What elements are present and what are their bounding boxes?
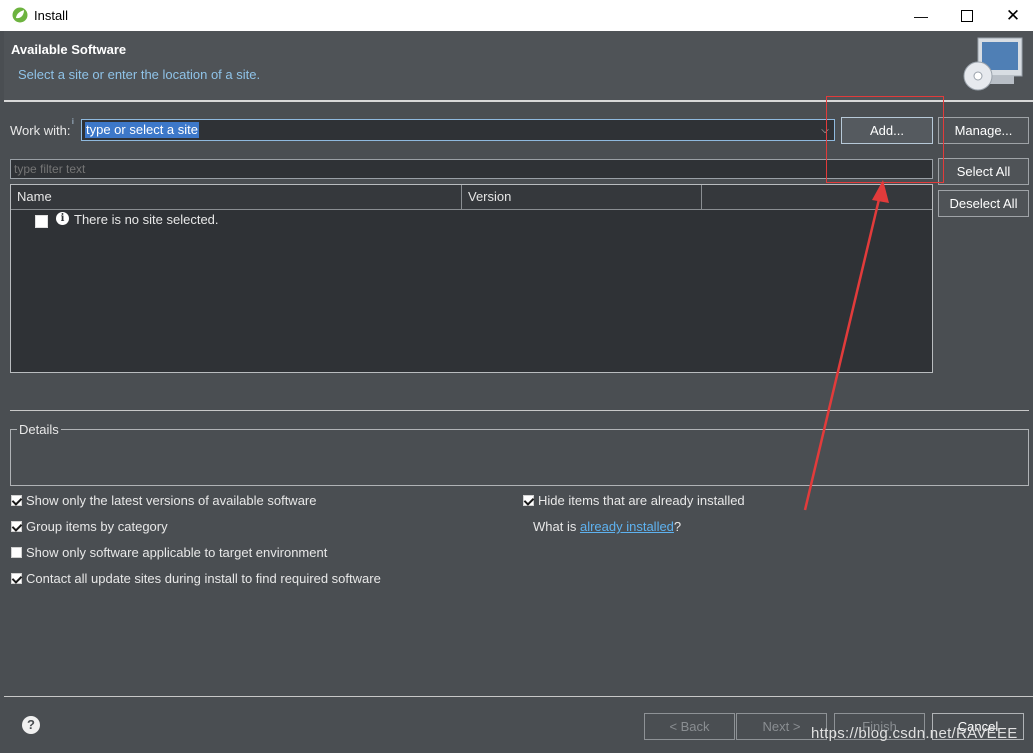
- group-by-category-label[interactable]: Group items by category: [26, 519, 168, 534]
- back-label: < Back: [669, 719, 710, 734]
- manage-button[interactable]: Manage...: [938, 117, 1029, 144]
- help-icon[interactable]: ?: [22, 716, 40, 734]
- target-env-checkbox[interactable]: [11, 547, 22, 558]
- filter-input[interactable]: [10, 159, 933, 179]
- hide-installed-checkbox[interactable]: [523, 495, 534, 506]
- info-icon: i: [56, 212, 69, 225]
- deselect-all-button[interactable]: Deselect All: [938, 190, 1029, 217]
- table-row: There is no site selected.: [74, 212, 219, 227]
- sash-divider[interactable]: [10, 410, 1029, 411]
- details-group: [10, 429, 1029, 486]
- what-is-text: What is already installed?: [533, 519, 681, 534]
- select-all-label: Select All: [956, 164, 1011, 179]
- target-env-label[interactable]: Show only software applicable to target …: [26, 545, 327, 560]
- software-tree-table[interactable]: Name Version i There is no site selected…: [10, 184, 933, 373]
- details-label: Details: [17, 422, 61, 437]
- footer-separator: [4, 696, 1033, 697]
- work-with-combo[interactable]: type or select a site ⌵: [81, 119, 835, 141]
- header-divider: [11, 209, 932, 210]
- spring-leaf-icon: [12, 7, 28, 23]
- hide-installed-label[interactable]: Hide items that are already installed: [538, 493, 745, 508]
- row-checkbox[interactable]: [35, 215, 48, 228]
- contact-sites-label[interactable]: Contact all update sites during install …: [26, 571, 381, 586]
- title-bar: Install — ✕: [0, 0, 1033, 31]
- minimize-icon[interactable]: —: [898, 0, 944, 31]
- next-label: Next >: [762, 719, 801, 734]
- manage-button-label: Manage...: [954, 123, 1013, 138]
- latest-versions-checkbox[interactable]: [11, 495, 22, 506]
- watermark-text: https://blog.csdn.net/RAVEEE: [811, 725, 1018, 742]
- column-header-extra[interactable]: [702, 185, 932, 209]
- work-with-label: Work with:: [10, 123, 71, 138]
- column-header-version[interactable]: Version: [462, 185, 702, 209]
- what-is-prefix: What is: [533, 519, 580, 534]
- wizard-header: [4, 31, 1033, 100]
- close-icon[interactable]: ✕: [990, 0, 1033, 31]
- select-all-button[interactable]: Select All: [938, 158, 1029, 185]
- deselect-all-label: Deselect All: [949, 196, 1018, 211]
- info-decoration-icon: i: [72, 117, 74, 126]
- window-title: Install: [34, 8, 68, 23]
- install-banner-icon: [963, 37, 1023, 91]
- column-header-name[interactable]: Name: [11, 185, 462, 209]
- what-is-suffix: ?: [673, 519, 682, 534]
- latest-versions-label[interactable]: Show only the latest versions of availab…: [26, 493, 317, 508]
- page-title: Available Software: [11, 42, 127, 57]
- back-button[interactable]: < Back: [644, 713, 735, 740]
- group-by-category-checkbox[interactable]: [11, 521, 22, 532]
- already-installed-link[interactable]: already installed: [580, 519, 674, 534]
- maximize-icon[interactable]: [944, 0, 990, 31]
- contact-sites-checkbox[interactable]: [11, 573, 22, 584]
- annotation-highlight-box: [826, 96, 944, 183]
- work-with-input[interactable]: type or select a site: [85, 122, 199, 138]
- page-subtitle: Select a site or enter the location of a…: [18, 67, 261, 82]
